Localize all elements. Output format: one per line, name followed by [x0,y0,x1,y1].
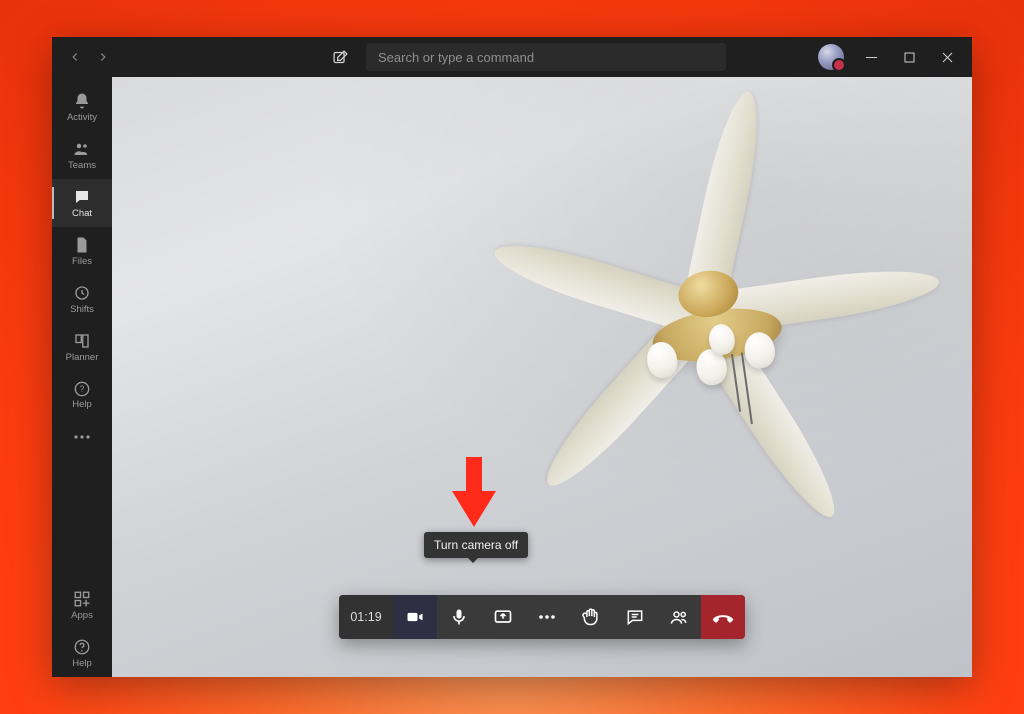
avatar[interactable] [818,44,844,70]
rail-item-chat[interactable]: Chat [52,179,112,227]
rail-item-teams[interactable]: Teams [52,131,112,179]
help-icon: ? [74,381,90,397]
compose-icon [332,49,349,66]
app-rail: Activity Teams Chat Files Shifts Planner [52,77,112,677]
maximize-button[interactable] [890,37,928,77]
more-actions-button[interactable] [525,595,569,639]
rail-label: Apps [71,611,93,621]
planner-icon [73,332,91,350]
annotation-arrow-icon [450,457,498,527]
chat-icon [73,188,91,206]
hang-up-button[interactable] [701,595,745,639]
share-icon [493,607,513,627]
tooltip: Turn camera off [424,532,528,558]
rail-label: Teams [68,161,96,171]
bell-icon [73,92,91,110]
tooltip-text: Turn camera off [434,538,518,552]
search-placeholder: Search or type a command [378,50,534,65]
rail-label: Help [72,659,92,669]
forward-button[interactable] [90,44,116,70]
show-participants-button[interactable] [657,595,701,639]
shifts-icon [73,284,91,302]
call-controls: 01:19 [339,595,745,639]
svg-text:?: ? [80,384,85,393]
rail-item-shifts[interactable]: Shifts [52,275,112,323]
rail-item-files[interactable]: Files [52,227,112,275]
help-icon [73,638,91,656]
rail-item-apps[interactable]: Apps [52,581,112,629]
chat-icon [625,607,645,627]
camera-toggle-button[interactable] [393,595,437,639]
camera-icon [405,607,425,627]
new-chat-button[interactable] [326,43,354,71]
rail-label: Activity [67,113,97,123]
rail-label: Help [72,400,92,410]
rail-item-planner[interactable]: Planner [52,323,112,371]
close-button[interactable] [928,37,966,77]
titlebar: Search or type a command [52,37,972,77]
mic-toggle-button[interactable] [437,595,481,639]
call-duration: 01:19 [339,595,393,639]
app-window: Search or type a command Activity [52,37,972,677]
hangup-icon [712,606,734,628]
rail-item-help[interactable]: Help [52,629,112,677]
minimize-button[interactable] [852,37,890,77]
rail-item-help-top[interactable]: ? Help [52,371,112,419]
show-conversation-button[interactable] [613,595,657,639]
mic-icon [449,607,469,627]
rail-more-button[interactable] [52,419,112,455]
rail-label: Planner [66,353,99,363]
app-body: Activity Teams Chat Files Shifts Planner [52,77,972,677]
raise-hand-button[interactable] [569,595,613,639]
share-screen-button[interactable] [481,595,525,639]
nav-arrows [62,44,116,70]
hand-icon [581,607,601,627]
ceiling-fan-image [469,103,972,532]
apps-icon [73,590,91,608]
more-icon [73,434,91,440]
video-area: Turn camera off 01:19 [112,77,972,677]
search-input[interactable]: Search or type a command [366,43,726,71]
people-icon [669,607,689,627]
teams-icon [73,140,91,158]
rail-item-activity[interactable]: Activity [52,83,112,131]
files-icon [73,236,91,254]
window-controls [852,37,966,77]
more-icon [537,613,557,621]
rail-label: Files [72,257,92,267]
rail-label: Chat [72,209,92,219]
rail-label: Shifts [70,305,94,315]
back-button[interactable] [62,44,88,70]
